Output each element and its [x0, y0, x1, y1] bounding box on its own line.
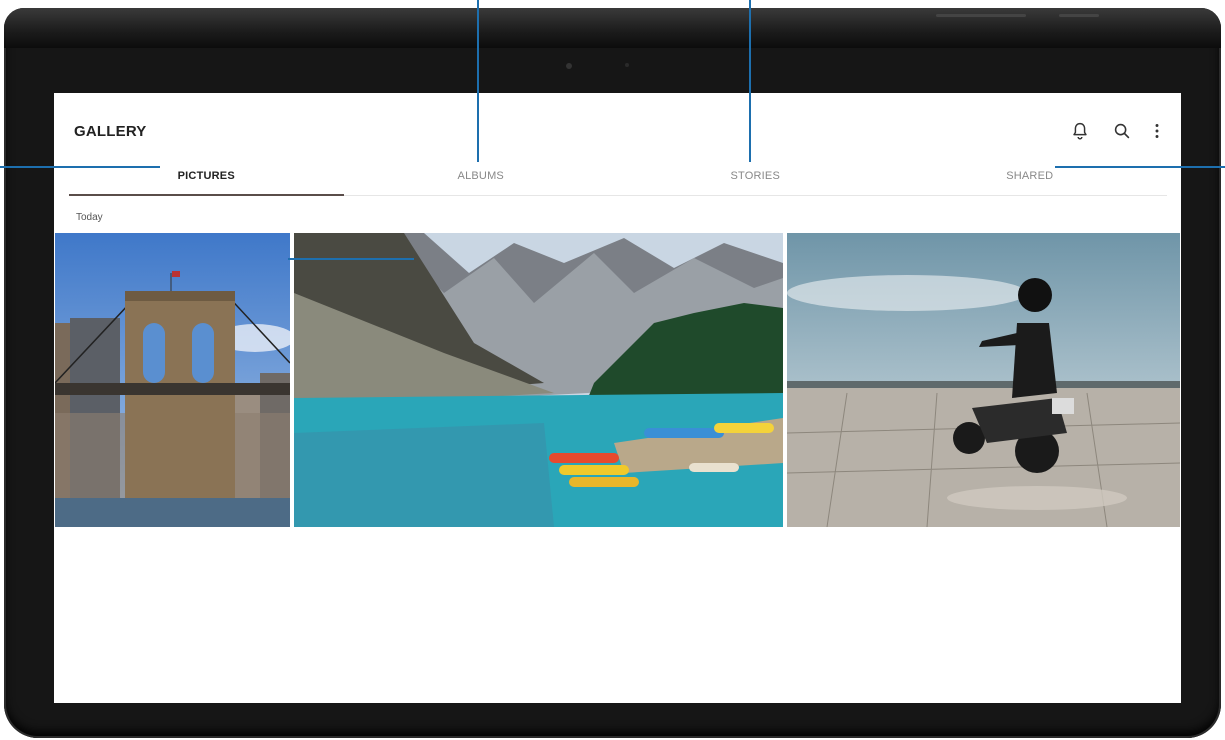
sensor — [625, 63, 629, 67]
tab-albums[interactable]: ALBUMS — [344, 161, 619, 197]
photo-thumbnail-mountain-lake[interactable] — [294, 233, 783, 527]
bell-icon[interactable] — [1069, 120, 1091, 142]
search-icon[interactable] — [1111, 120, 1133, 142]
photo-thumbnail-bridge[interactable] — [55, 233, 290, 527]
front-camera — [566, 63, 572, 69]
callout-line-photo — [288, 258, 414, 260]
tablet-frame: GALLERY PICTURES ALBUMS STORIES SHARED T… — [4, 8, 1221, 738]
callout-line-albums — [477, 0, 479, 162]
volume-button — [936, 14, 1026, 17]
photo-thumbnail-motorcycle[interactable] — [787, 233, 1180, 527]
tab-bar: PICTURES ALBUMS STORIES SHARED — [69, 161, 1167, 197]
tab-stories[interactable]: STORIES — [618, 161, 893, 197]
section-date-label: Today — [76, 212, 103, 223]
callout-line-pictures — [0, 166, 160, 168]
power-button — [1059, 14, 1099, 17]
app-title: GALLERY — [74, 123, 147, 140]
callout-line-stories — [749, 0, 751, 162]
tab-indicator — [69, 194, 344, 196]
gallery-screen: GALLERY PICTURES ALBUMS STORIES SHARED T… — [54, 93, 1181, 703]
more-vert-icon[interactable] — [1146, 120, 1168, 142]
callout-line-shared — [1055, 166, 1225, 168]
